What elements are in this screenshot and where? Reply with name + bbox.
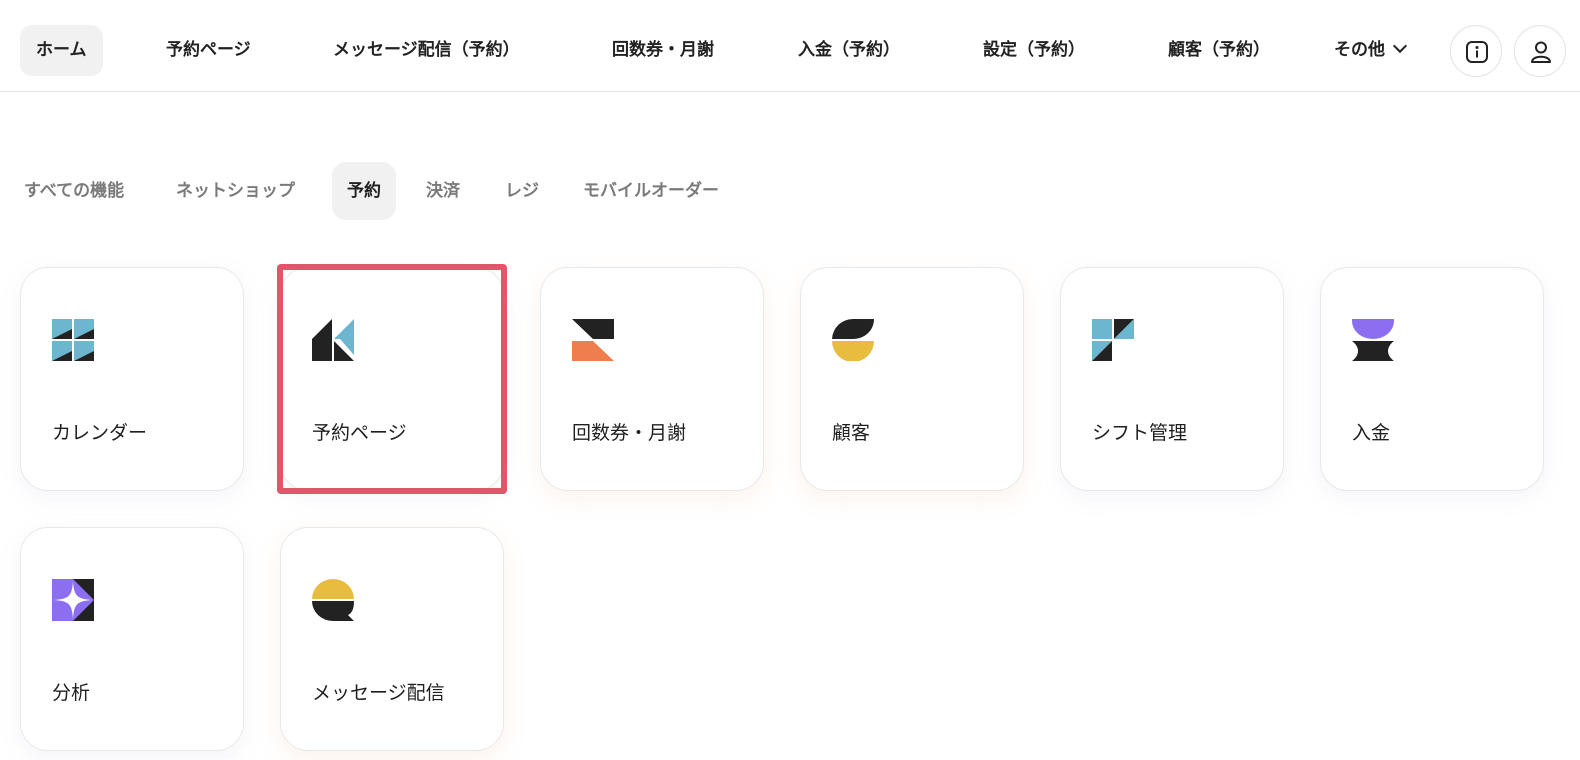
calendar-icon [52,319,94,361]
message-icon [312,579,354,621]
card-label: シフト管理 [1092,422,1188,444]
tab-mobile-order[interactable]: モバイルオーダー [583,162,719,220]
user-icon [1531,41,1551,63]
card-analytics[interactable]: 分析 [20,527,244,751]
info-icon [1466,41,1488,63]
card-label: カレンダー [52,422,148,444]
ticket-icon [572,319,614,361]
nav-more[interactable]: その他 [1334,25,1408,76]
tab-reservation[interactable]: 予約 [332,162,396,220]
nav-message-delivery[interactable]: メッセージ配信（予約） [333,25,520,76]
card-label: 予約ページ [312,422,407,444]
card-label: 回数券・月謝 [572,422,687,444]
card-label: メッセージ配信 [312,682,445,704]
card-calendar[interactable]: カレンダー [20,267,244,491]
tab-payment[interactable]: 決済 [426,162,460,220]
reservation-page-icon [312,319,354,361]
nav-deposit[interactable]: 入金（予約） [798,25,900,76]
card-label: 入金 [1352,422,1391,444]
card-deposit[interactable]: 入金 [1320,267,1544,491]
analytics-icon [52,579,94,621]
tab-register[interactable]: レジ [505,162,539,220]
card-label: 顧客 [832,422,871,444]
tab-all-features[interactable]: すべての機能 [24,162,124,220]
tab-net-shop[interactable]: ネットショップ [176,162,295,220]
nav-settings[interactable]: 設定（予約） [983,25,1085,76]
chevron-down-icon [1392,38,1408,54]
card-label: 分析 [52,682,91,704]
nav-home[interactable]: ホーム [20,25,103,76]
nav-customers[interactable]: 顧客（予約） [1168,25,1270,76]
card-tickets-monthly[interactable]: 回数券・月謝 [540,267,764,491]
card-shift-management[interactable]: シフト管理 [1060,267,1284,491]
user-button[interactable] [1514,25,1566,77]
nav-tickets-monthly[interactable]: 回数券・月謝 [612,25,714,76]
card-message-delivery[interactable]: メッセージ配信 [280,527,504,751]
nav-reservation-page[interactable]: 予約ページ [166,25,251,76]
nav-more-label: その他 [1334,40,1385,60]
top-navigation: ホーム 予約ページ メッセージ配信（予約） 回数券・月謝 入金（予約） 設定（予… [0,0,1580,92]
customer-icon [832,319,874,361]
shift-icon [1092,319,1134,361]
deposit-icon [1352,319,1394,361]
card-reservation-page[interactable]: 予約ページ [277,264,507,494]
card-customers[interactable]: 顧客 [800,267,1024,491]
info-button[interactable] [1450,25,1502,77]
